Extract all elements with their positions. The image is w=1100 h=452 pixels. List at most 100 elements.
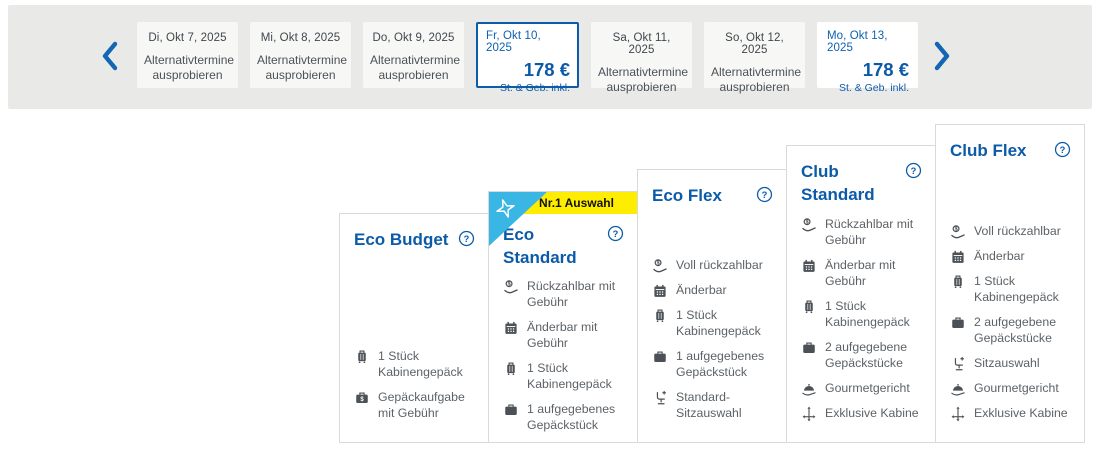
cabin-bag-icon xyxy=(354,349,370,365)
feature-row: $ Voll rückzahlbar xyxy=(652,258,773,274)
feature-row: 1 Stück Kabinengepäck xyxy=(354,349,475,381)
feature-label: 2 aufgegebene Gepäckstücke xyxy=(974,315,1071,347)
calendar-icon xyxy=(652,283,668,299)
refund-icon: $ xyxy=(503,279,519,295)
feature-row: 1 Stück Kabinengepäck xyxy=(801,299,922,331)
svg-text:?: ? xyxy=(464,234,470,244)
feature-label: 1 Stück Kabinengepäck xyxy=(676,308,773,340)
feature-label: Standard-Sitzauswahl xyxy=(676,390,773,422)
help-icon[interactable]: ? xyxy=(458,230,475,247)
feature-label: Sitzauswahl xyxy=(974,356,1040,372)
feature-row: 2 aufgegebene Gepäckstücke xyxy=(950,315,1071,347)
feature-row: Änderbar xyxy=(950,249,1071,265)
date-strip: Di, Okt 7, 2025 Alternativtermine ausprob… xyxy=(8,5,1092,109)
feature-label: Änderbar xyxy=(974,249,1025,265)
feature-row: 1 Stück Kabinengepäck xyxy=(652,308,773,340)
feature-label: Änderbar mit Gebühr xyxy=(527,320,624,352)
fare-column-club-standard[interactable]: Club Standard ? $ Rückzahlbar mit Gebühr… xyxy=(786,145,936,443)
svg-text:$: $ xyxy=(508,282,511,288)
date-card[interactable]: Do, Okt 9, 2025Alternativtermine ausprob… xyxy=(363,22,464,88)
feature-label: Änderbar mit Gebühr xyxy=(825,258,922,290)
cabin-bag-icon xyxy=(950,274,966,290)
feature-label: Voll rückzahlbar xyxy=(676,258,763,274)
fare-column-eco-budget[interactable]: Eco Budget ? 1 Stück Kabinengepäck $Gepä… xyxy=(339,213,489,443)
fare-title: Eco Flex xyxy=(652,185,722,208)
feature-row: Gourmetgericht xyxy=(950,381,1071,397)
feature-label: 1 Stück Kabinengepäck xyxy=(527,361,624,393)
feature-label: 1 Stück Kabinengepäck xyxy=(974,274,1071,306)
feature-label: Gourmetgericht xyxy=(974,381,1059,397)
feature-label: Exklusive Kabine xyxy=(974,406,1068,422)
feature-row: 1 aufgegebenes Gepäckstück xyxy=(503,402,624,434)
svg-text:$: $ xyxy=(806,220,809,226)
fare-column-eco-standard[interactable]: Nr.1 Auswahl Eco Standard ? $ Rückzahlba… xyxy=(488,191,638,443)
fare-column-eco-flex[interactable]: Eco Flex ? $ Voll rückzahlbar Änderbar 1… xyxy=(637,169,787,443)
feature-label: Voll rückzahlbar xyxy=(974,224,1061,240)
date-card-date: So, Okt 12, 2025 xyxy=(711,32,798,56)
previous-dates-button[interactable] xyxy=(91,37,127,77)
refund-icon: $ xyxy=(950,224,966,240)
feature-row: Exklusive Kabine xyxy=(801,406,922,422)
fare-comparison-table: Eco Budget ? 1 Stück Kabinengepäck $Gepä… xyxy=(339,124,1085,443)
date-card-date: Di, Okt 7, 2025 xyxy=(144,32,231,44)
date-card-action: Alternativtermine ausprobieren xyxy=(144,53,231,84)
feature-label: Rückzahlbar mit Gebühr xyxy=(825,217,922,249)
feature-row: Änderbar xyxy=(652,283,773,299)
best-choice-badge-label: Nr.1 Auswahl xyxy=(539,196,614,210)
svg-text:$: $ xyxy=(955,227,958,233)
date-card-date: Do, Okt 9, 2025 xyxy=(370,32,457,44)
next-dates-button[interactable] xyxy=(924,37,960,77)
cabin-bag-icon xyxy=(503,361,519,377)
svg-text:?: ? xyxy=(762,190,768,200)
feature-label: Gourmetgericht xyxy=(825,381,910,397)
date-card[interactable]: Sa, Okt 11, 2025Alternativtermine auspro… xyxy=(591,22,692,88)
fare-title: Club Standard xyxy=(801,161,901,207)
date-card[interactable]: Fr, Okt 10, 2025178 €St. & Geb. inkl. xyxy=(476,22,579,88)
feature-row: $ Rückzahlbar mit Gebühr xyxy=(503,279,624,311)
feature-row: $ Rückzahlbar mit Gebühr xyxy=(801,217,922,249)
checked-bag-icon xyxy=(652,349,668,365)
feature-label: 1 Stück Kabinengepäck xyxy=(825,299,922,331)
help-icon[interactable]: ? xyxy=(905,162,922,179)
svg-text:?: ? xyxy=(911,166,917,176)
date-card-price-note: St. & Geb. inkl. xyxy=(827,82,909,94)
feature-row: Gourmetgericht xyxy=(801,381,922,397)
date-card-action: Alternativtermine ausprobieren xyxy=(257,53,344,84)
feature-label: 1 aufgegebenes Gepäckstück xyxy=(676,349,773,381)
feature-row: Exklusive Kabine xyxy=(950,406,1071,422)
date-card-action: Alternativtermine ausprobieren xyxy=(711,65,798,96)
feature-label: Exklusive Kabine xyxy=(825,406,919,422)
cabin-bag-icon xyxy=(652,308,668,324)
feature-row: 1 Stück Kabinengepäck xyxy=(503,361,624,393)
feature-row: Standard-Sitzauswahl xyxy=(652,390,773,422)
feature-label: Rückzahlbar mit Gebühr xyxy=(527,279,624,311)
feature-label: Gepäckaufgabe mit Gebühr xyxy=(378,390,475,422)
date-strip-cards: Di, Okt 7, 2025 Alternativtermine ausprob… xyxy=(137,22,918,88)
seat-icon xyxy=(652,390,668,406)
calendar-icon xyxy=(503,320,519,336)
feature-row: $Gepäckaufgabe mit Gebühr xyxy=(354,390,475,422)
fare-column-club-flex[interactable]: Club Flex ? $ Voll rückzahlbar Änderbar … xyxy=(935,124,1085,443)
feature-row: Änderbar mit Gebühr xyxy=(503,320,624,352)
cabin-bag-icon xyxy=(801,299,817,315)
svg-text:?: ? xyxy=(613,229,619,239)
help-icon[interactable]: ? xyxy=(756,186,773,203)
feature-row: 1 Stück Kabinengepäck xyxy=(950,274,1071,306)
calendar-icon xyxy=(801,258,817,274)
refund-icon: $ xyxy=(652,258,668,274)
date-card[interactable]: Mo, Okt 13, 2025178 €St. & Geb. inkl. xyxy=(817,22,918,88)
date-card[interactable]: Di, Okt 7, 2025 Alternativtermine ausprob… xyxy=(137,22,238,88)
feature-row: $ Voll rückzahlbar xyxy=(950,224,1071,240)
help-icon[interactable]: ? xyxy=(1054,141,1071,158)
feature-label: 1 aufgegebenes Gepäckstück xyxy=(527,402,624,434)
date-card[interactable]: Mi, Okt 8, 2025Alternativtermine ausprob… xyxy=(250,22,351,88)
date-card-price-note: St. & Geb. inkl. xyxy=(486,82,570,94)
chevron-left-icon xyxy=(101,41,118,74)
feature-label: Änderbar xyxy=(676,283,727,299)
help-icon[interactable]: ? xyxy=(607,225,624,242)
feature-row: Sitzauswahl xyxy=(950,356,1071,372)
date-card-date: Mo, Okt 13, 2025 xyxy=(827,30,909,54)
date-card[interactable]: So, Okt 12, 2025Alternativtermine auspro… xyxy=(704,22,805,88)
date-card-date: Sa, Okt 11, 2025 xyxy=(598,32,685,56)
meal-icon xyxy=(801,381,817,397)
